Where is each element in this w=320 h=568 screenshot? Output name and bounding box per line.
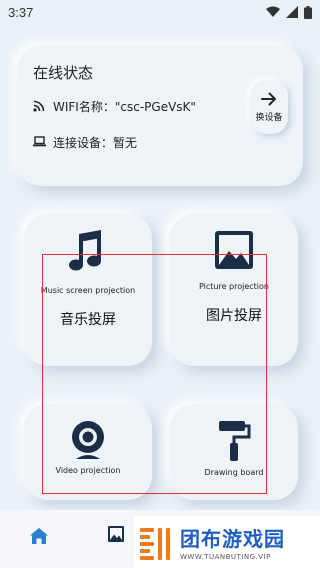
home-icon[interactable] xyxy=(30,528,48,544)
video-projection-tile[interactable]: Video projection xyxy=(24,404,152,500)
arrow-right-icon xyxy=(261,92,276,105)
picture-nav-icon[interactable] xyxy=(108,526,124,542)
online-status-title: 在线状态 xyxy=(33,64,94,82)
status-bar: 3:37 xyxy=(0,0,320,24)
music-projection-tile[interactable]: Music screen projection 音乐投屏 xyxy=(24,214,152,366)
cell-signal-icon xyxy=(286,6,298,18)
status-time: 3:37 xyxy=(8,4,34,20)
music-projection-en-label: Music screen projection xyxy=(40,286,136,295)
connected-device-label: 连接设备： xyxy=(53,136,114,150)
wifi-signal-icon xyxy=(266,6,280,17)
music-projection-zh-label: 音乐投屏 xyxy=(60,312,116,328)
drawing-board-en-label: Drawing board xyxy=(204,468,264,477)
watermark-text: 团布游戏园 WWW.TUANBUTING.VIP xyxy=(180,523,285,561)
webcam-icon xyxy=(72,421,104,459)
wifi-name-row: WIFI名称： "csc-PGeVsK" xyxy=(33,98,196,115)
watermark-title: 团布游戏园 xyxy=(180,527,285,551)
laptop-icon xyxy=(33,135,47,150)
picture-projection-zh-label: 图片投屏 xyxy=(206,308,262,324)
switch-device-button[interactable]: 换设备 xyxy=(250,80,288,134)
connected-device-row: 连接设备： 暂无 xyxy=(33,134,137,151)
picture-icon xyxy=(215,231,253,269)
switch-device-label: 换设备 xyxy=(255,112,283,123)
paint-roller-icon xyxy=(219,421,251,461)
drawing-board-tile[interactable]: Drawing board xyxy=(170,404,298,500)
battery-icon xyxy=(304,5,312,19)
wifi-name-value: "csc-PGeVsK" xyxy=(114,99,196,114)
watermark-subtitle: WWW.TUANBUTING.VIP xyxy=(180,553,271,561)
picture-projection-tile[interactable]: Picture projection 图片投屏 xyxy=(170,214,298,366)
system-icons xyxy=(266,5,312,19)
watermark-logo: 团布游戏园 WWW.TUANBUTING.VIP xyxy=(134,516,320,568)
watermark-logo-mark xyxy=(138,524,174,560)
music-note-icon xyxy=(69,230,101,271)
connected-device-value: 暂无 xyxy=(113,136,138,150)
rss-icon xyxy=(33,100,47,114)
picture-projection-en-label: Picture projection xyxy=(198,282,269,291)
video-projection-en-label: Video projection xyxy=(55,466,121,475)
wifi-name-label: WIFI名称： xyxy=(53,100,115,114)
